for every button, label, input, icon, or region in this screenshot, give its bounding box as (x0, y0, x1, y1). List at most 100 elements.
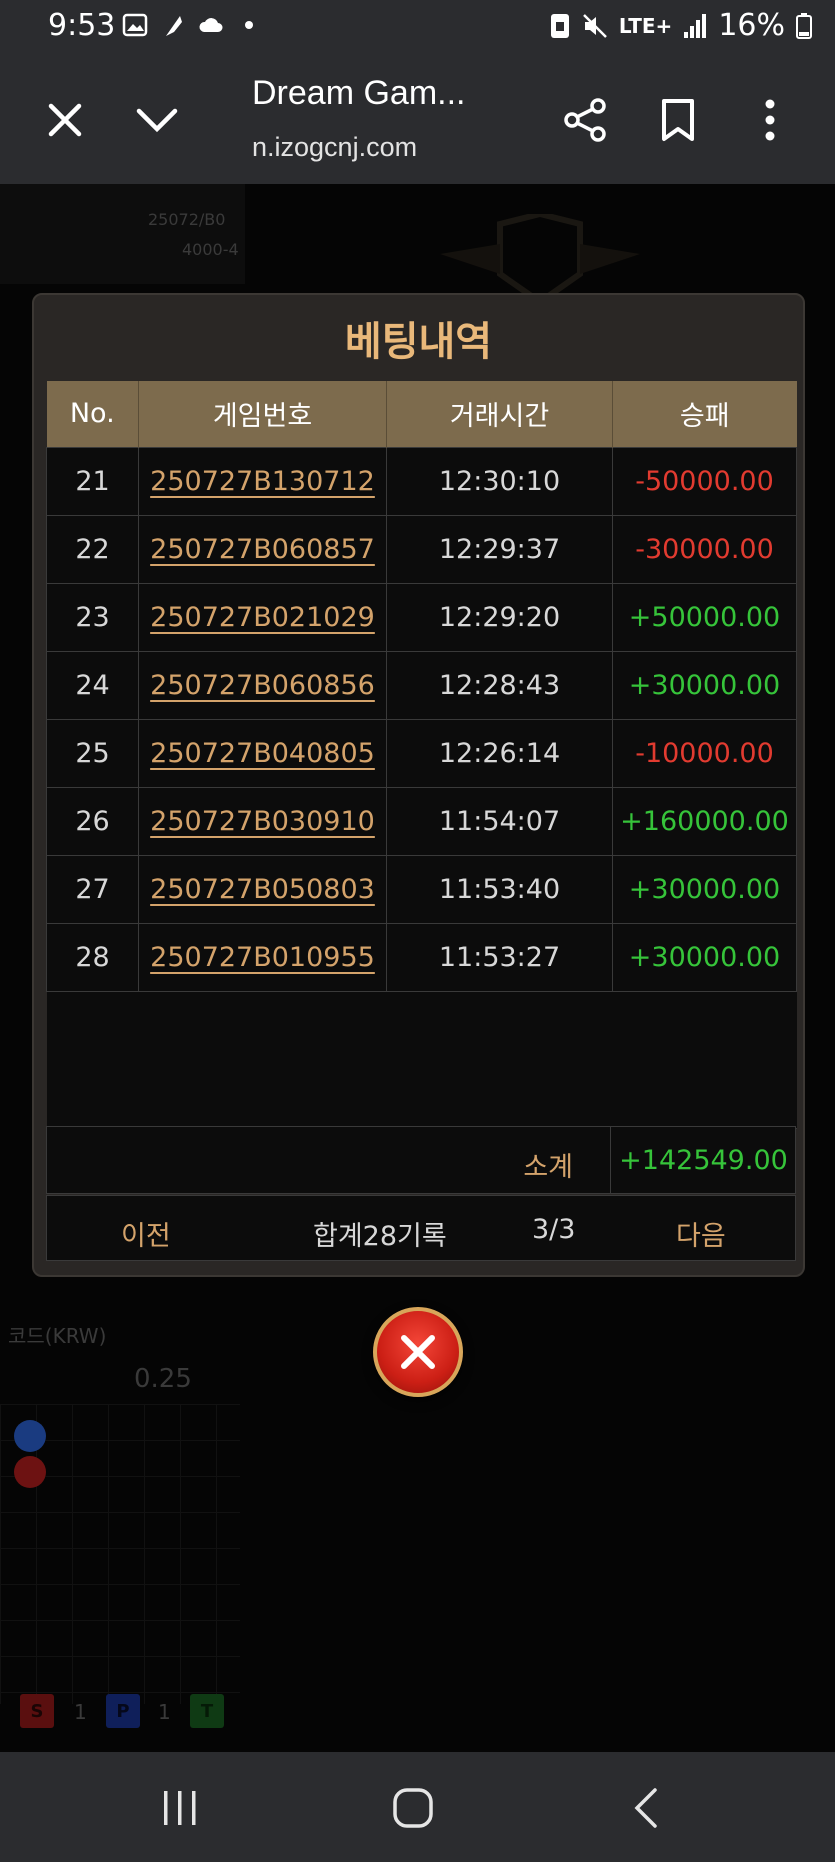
chevron-down-icon (136, 108, 178, 133)
more-menu-button[interactable] (730, 80, 810, 160)
subtotal-value: +142549.00 (619, 1145, 788, 1176)
next-page-button[interactable]: 다음 (676, 1214, 726, 1253)
table-row: 22 250727B060857 12:29:37 -30000.00 (46, 514, 797, 584)
subtotal-row: 소계 +142549.00 (46, 1126, 796, 1194)
close-icon (401, 1335, 435, 1369)
status-bar: 9:53 LTE+ 16% (0, 0, 835, 56)
home-button[interactable] (383, 1780, 443, 1836)
row-time: 12:26:14 (386, 718, 613, 788)
subtotal-label: 소계 (523, 1152, 573, 1183)
system-nav-bar (0, 1752, 835, 1862)
background-panel (0, 184, 245, 284)
row-no: 22 (46, 514, 139, 584)
background-text: 1 (74, 1700, 87, 1724)
column-header-result: 승패 (612, 381, 797, 447)
modal-title: 베팅내역 (344, 319, 493, 365)
feather-icon (166, 16, 182, 36)
browser-toolbar: Dream Gam... n.izogcnj.com (0, 56, 835, 184)
close-tab-button[interactable] (25, 80, 105, 160)
row-no: 21 (46, 446, 139, 516)
row-result: +30000.00 (612, 922, 797, 992)
tie-count-chip: T (190, 1694, 224, 1728)
network-label: LTE+ (618, 13, 673, 38)
game-id-link[interactable]: 250727B050803 (138, 854, 387, 924)
table-row: 28 250727B010955 11:53:27 +30000.00 (46, 922, 797, 992)
battery-percent: 16% (718, 8, 785, 43)
game-id-link[interactable]: 250727B040805 (138, 718, 387, 788)
table-row: 23 250727B021029 12:29:20 +50000.00 (46, 582, 797, 652)
bookmark-button[interactable] (638, 80, 718, 160)
background-text: 25072/B0 (148, 210, 226, 229)
back-icon (634, 1788, 657, 1828)
row-time: 11:53:27 (386, 922, 613, 992)
minimize-button[interactable] (117, 80, 197, 160)
row-result: +30000.00 (612, 650, 797, 720)
column-header-no: No. (46, 381, 139, 447)
empty-cell (46, 990, 797, 1129)
game-id-link[interactable]: 250727B130712 (138, 446, 387, 516)
background-text: 4000-4 (182, 240, 239, 259)
page-url[interactable]: n.izogcnj.com (252, 132, 417, 163)
table-row: 25 250727B040805 12:26:14 -10000.00 (46, 718, 797, 788)
row-no: 28 (46, 922, 139, 992)
background-text: 1 (158, 1700, 171, 1724)
row-time: 12:30:10 (386, 446, 613, 516)
battery-icon (796, 12, 812, 39)
betting-history-modal: 베팅내역 No. 게임번호 거래시간 승패 21 250727B130712 12:… (32, 293, 805, 1277)
game-id-link[interactable]: 250727B021029 (138, 582, 387, 652)
recents-button[interactable] (150, 1780, 210, 1836)
row-result: -10000.00 (612, 718, 797, 788)
recents-icon (164, 1791, 196, 1825)
game-id-link[interactable]: 250727B010955 (138, 922, 387, 992)
close-modal-button[interactable] (373, 1307, 463, 1397)
back-button[interactable] (616, 1780, 676, 1836)
row-time: 11:54:07 (386, 786, 613, 856)
row-no: 25 (46, 718, 139, 788)
signal-icon (684, 13, 707, 38)
close-icon (48, 103, 82, 137)
row-time: 11:53:40 (386, 854, 613, 924)
more-icon (765, 99, 775, 141)
home-icon (393, 1788, 433, 1828)
cloud-icon (199, 18, 223, 32)
status-time: 9:53 (48, 8, 116, 43)
page-title: Dream Gam... (252, 74, 466, 112)
row-time: 12:29:37 (386, 514, 613, 584)
share-button[interactable] (545, 80, 625, 160)
column-header-time: 거래시간 (386, 381, 613, 447)
background-text: 0.25 (134, 1364, 192, 1394)
background-text: 코드(KRW) (8, 1324, 107, 1348)
sim-icon (550, 13, 569, 38)
image-icon (122, 13, 148, 37)
row-time: 12:29:20 (386, 582, 613, 652)
game-id-link[interactable]: 250727B060857 (138, 514, 387, 584)
bookmark-icon (662, 99, 694, 141)
pagination: 이전 합계28기록 3/3 다음 (46, 1195, 796, 1261)
game-id-link[interactable]: 250727B060856 (138, 650, 387, 720)
share-icon (564, 98, 606, 142)
table-header-row: No. 게임번호 거래시간 승패 (46, 381, 797, 447)
row-no: 26 (46, 786, 139, 856)
table-row: 27 250727B050803 11:53:40 +30000.00 (46, 854, 797, 924)
page-indicator: 3/3 (532, 1214, 576, 1245)
total-records: 합계28기록 (313, 1221, 447, 1252)
row-result: +160000.00 (612, 786, 797, 856)
roadmap-dot (14, 1456, 46, 1488)
game-id-link[interactable]: 250727B030910 (138, 786, 387, 856)
row-time: 12:28:43 (386, 650, 613, 720)
table-row: 21 250727B130712 12:30:10 -50000.00 (46, 446, 797, 516)
game-logo-icon (440, 214, 640, 304)
empty-row (46, 990, 797, 1129)
row-result: -50000.00 (612, 446, 797, 516)
column-header-game-id: 게임번호 (138, 381, 387, 447)
roadmap-dot (14, 1420, 46, 1452)
player-count-chip: P (106, 1694, 140, 1728)
previous-page-button[interactable]: 이전 (121, 1214, 171, 1253)
row-result: -30000.00 (612, 514, 797, 584)
row-result: +30000.00 (612, 854, 797, 924)
mute-icon (582, 13, 607, 38)
table-row: 24 250727B060856 12:28:43 +30000.00 (46, 650, 797, 720)
betting-history-table: No. 게임번호 거래시간 승패 21 250727B130712 12:30:10… (46, 381, 797, 1129)
row-no: 27 (46, 854, 139, 924)
banker-count-chip: S (20, 1694, 54, 1728)
